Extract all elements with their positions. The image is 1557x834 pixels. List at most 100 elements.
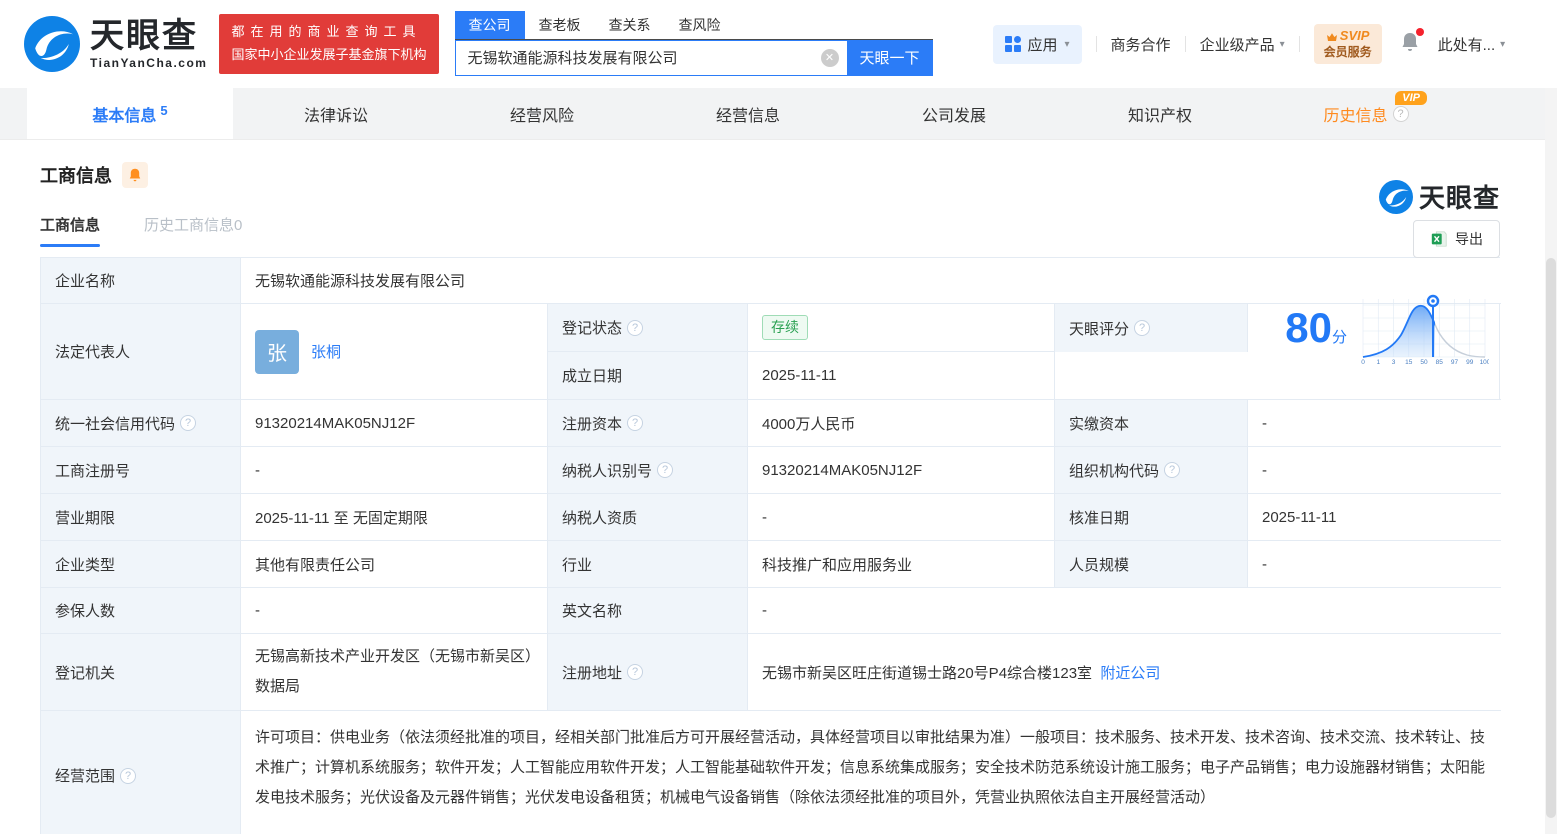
staff-size-value: -: [1248, 541, 1501, 588]
scrollbar-thumb[interactable]: [1546, 258, 1556, 818]
help-icon[interactable]: ?: [1134, 320, 1151, 336]
credit-code-value: 91320214MAK05NJ12F: [241, 400, 548, 447]
nav-enterprise[interactable]: 企业级产品 ▾: [1200, 34, 1285, 55]
tianyancha-logo[interactable]: 天眼查 TianYanCha.com: [24, 16, 207, 72]
notification-bell[interactable]: [1400, 28, 1424, 57]
paid-capital-value: -: [1248, 400, 1501, 447]
search-tab-relation[interactable]: 查关系: [595, 11, 665, 39]
help-icon[interactable]: ?: [180, 415, 197, 431]
page: 天眼查 TianYanCha.com 都在用的商业查询工具 国家中小企业发展子基…: [0, 0, 1557, 834]
reg-capital-value: 4000万人民币: [748, 400, 1055, 447]
reg-status-value: 存续: [748, 304, 1055, 352]
help-icon[interactable]: ?: [627, 319, 644, 336]
business-scope-value: 许可项目：供电业务（依法须经批准的项目，经相关部门批准后方可开展经营活动，具体经…: [241, 711, 1501, 834]
nearby-companies-link[interactable]: 附近公司: [1100, 662, 1160, 683]
svg-text:1: 1: [1376, 359, 1380, 365]
svg-text:99: 99: [1466, 359, 1474, 365]
field-label: 工商注册号: [41, 447, 241, 494]
scrollbar-track[interactable]: [1545, 88, 1557, 834]
excel-icon: [1431, 231, 1447, 247]
notification-dot: [1415, 28, 1424, 36]
nav-cooperation[interactable]: 商务合作: [1111, 34, 1171, 55]
svg-text:3: 3: [1392, 359, 1396, 365]
avatar[interactable]: 张: [255, 329, 299, 374]
search-tab-company[interactable]: 查公司: [454, 10, 525, 39]
score-distribution-chart: 0 1 3 15 50 85 97 99 100: [1361, 294, 1489, 365]
logo-title: 天眼查: [90, 17, 198, 55]
tab-legal-proceedings[interactable]: 法律诉讼: [233, 88, 439, 139]
field-label: 英文名称: [548, 588, 748, 634]
search-box: ✕ 天眼一下: [454, 39, 933, 76]
field-label: 法定代表人: [41, 304, 241, 399]
help-icon[interactable]: ?: [1164, 462, 1181, 478]
field-label: 登记状态?: [548, 304, 748, 352]
search-button[interactable]: 天眼一下: [846, 39, 933, 76]
chevron-down-icon: ▾: [1064, 38, 1070, 50]
search-tab-risk[interactable]: 查风险: [665, 11, 735, 39]
chevron-down-icon: ▾: [1279, 38, 1285, 50]
svg-text:0: 0: [1361, 359, 1365, 365]
tab-history-info[interactable]: VIP 历史信息 ?: [1263, 88, 1469, 139]
tianyancha-watermark: 天眼查: [1378, 178, 1500, 215]
field-label: 行业: [548, 541, 748, 588]
reg-number-value: -: [241, 447, 548, 494]
help-icon[interactable]: ?: [1392, 105, 1409, 122]
field-label: 纳税人识别号?: [548, 447, 748, 494]
org-code-value: -: [1248, 447, 1501, 494]
industry-value: 科技推广和应用服务业: [748, 541, 1055, 588]
company-type-value: 其他有限责任公司: [241, 541, 548, 588]
field-label: 注册地址?: [548, 634, 748, 711]
tab-basic-info[interactable]: 基本信息 5: [27, 88, 233, 139]
field-label: 经营范围?: [41, 711, 241, 834]
svg-text:97: 97: [1451, 359, 1459, 365]
business-term-value: 2025-11-11 至 无固定期限: [241, 494, 548, 541]
subtab-business-info[interactable]: 工商信息: [40, 214, 101, 247]
taxpayer-quality-value: -: [748, 494, 1055, 541]
approval-date-value: 2025-11-11: [1248, 494, 1501, 541]
field-label: 统一社会信用代码?: [41, 400, 241, 447]
svip-member-badge[interactable]: SVIP 会员服务: [1313, 24, 1382, 64]
search-area: 查公司 查老板 查关系 查风险 ✕ 天眼一下: [454, 10, 933, 76]
field-label: 登记机关: [41, 634, 241, 711]
promo-line1: 都在用的商业查询工具: [231, 24, 422, 40]
header-nav: 应用 ▾ 商务合作 企业级产品 ▾ SVIP 会员服务 此处有... ▾: [992, 24, 1506, 64]
search-input[interactable]: [467, 49, 821, 66]
bell-icon: [129, 168, 141, 182]
help-icon[interactable]: ?: [627, 415, 644, 431]
help-icon[interactable]: ?: [120, 767, 137, 784]
field-label: 企业名称: [41, 258, 241, 304]
search-tab-boss[interactable]: 查老板: [525, 11, 595, 39]
crown-icon: [1326, 32, 1337, 41]
taxpayer-id-value: 91320214MAK05NJ12F: [748, 447, 1055, 494]
svg-text:85: 85: [1436, 359, 1444, 365]
main-tab-bar: 基本信息 5 法律诉讼 经营风险 经营信息 公司发展 知识产权 VIP 历史信息…: [0, 88, 1557, 140]
apps-menu[interactable]: 应用 ▾: [992, 24, 1082, 64]
nav-user-more[interactable]: 此处有... ▾: [1438, 34, 1506, 55]
help-icon[interactable]: ?: [657, 462, 674, 478]
legal-rep-value: 张 张桐: [241, 304, 548, 399]
subtab-history-business-info[interactable]: 历史工商信息0: [144, 214, 242, 247]
export-button[interactable]: 导出: [1413, 220, 1500, 258]
legal-rep-link[interactable]: 张桐: [311, 341, 341, 362]
business-info-section: 工商信息 天眼查 工商信息 历史工商信息0 导出: [0, 162, 1557, 258]
establish-date-value: 2025-11-11: [748, 352, 1055, 399]
tab-operation-risk[interactable]: 经营风险: [439, 88, 645, 139]
svg-text:15: 15: [1405, 359, 1413, 365]
clear-icon[interactable]: ✕: [820, 48, 839, 67]
apps-label: 应用: [1027, 36, 1058, 54]
tab-company-development[interactable]: 公司发展: [851, 88, 1057, 139]
tyc-score-value: 80分 0 1 3 15 50 85 97 99 100: [1248, 294, 1501, 365]
tianyancha-logo-icon: [1378, 179, 1413, 214]
logo-subtitle: TianYanCha.com: [90, 56, 208, 70]
status-badge: 存续: [762, 315, 808, 340]
field-label: 天眼评分?: [1055, 304, 1248, 352]
field-label: 成立日期: [548, 352, 748, 399]
tab-operation-info[interactable]: 经营信息: [645, 88, 851, 139]
field-label: 参保人数: [41, 588, 241, 634]
section-title: 工商信息: [40, 166, 112, 186]
tab-intellectual-property[interactable]: 知识产权: [1057, 88, 1263, 139]
chevron-down-icon: ▾: [1500, 38, 1506, 50]
subscribe-bell-button[interactable]: [122, 162, 148, 188]
field-label: 实缴资本: [1055, 400, 1248, 447]
help-icon[interactable]: ?: [627, 664, 644, 680]
